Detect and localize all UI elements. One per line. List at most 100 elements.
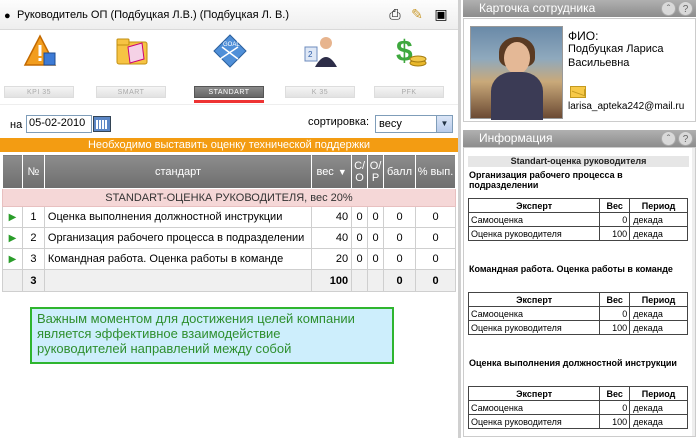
standart-goal-icon: GOAL [213,34,247,68]
expert-weight: 0 [599,212,631,227]
expert-weight: 100 [599,226,631,241]
expert-period: декада [629,400,688,415]
table-row[interactable]: ▶ 1 Оценка выполнения должностной инстру… [2,206,456,228]
total-pct: 0 [415,269,456,292]
row-weight: 20 [311,248,353,270]
module-label: K 35 [285,86,355,98]
side-panel: Карточка сотрудника ˆ ? ФИО: Подбуцкая Л… [461,0,698,438]
monitor-icon[interactable]: ▣ [432,5,450,23]
row-score: 0 [383,248,417,270]
row-score: 0 [383,206,417,228]
help-icon[interactable]: ? [678,1,693,16]
tip-line: руководителей направлений между собой [37,341,292,356]
chevron-down-icon[interactable]: ▼ [436,116,452,132]
module-smart[interactable]: SMART [96,31,166,101]
expert-name: Самооценка [467,306,601,321]
calendar-icon[interactable] [93,116,111,132]
expert-table: Эксперт Вес Период Самооценка 0 декада Оценк… [467,198,688,241]
employee-email[interactable]: larisa_apteka242@mail.ru [568,101,684,112]
row-standard[interactable]: Организация рабочего процесса в подразде… [43,227,313,249]
row-weight: 40 [311,206,353,228]
broom-icon[interactable]: ✎ [408,5,426,23]
collapse-icon[interactable]: ˆ [661,1,676,16]
module-label: KPI 35 [4,86,74,98]
col-weight: Вес [599,198,631,213]
sort-label: сортировка: [308,116,370,128]
module-standart[interactable]: GOAL STANDART [194,31,264,103]
module-label: PFK [374,86,444,98]
row-op: 0 [367,206,385,228]
scrollbar[interactable] [692,148,695,436]
table-row[interactable]: ▶ 2 Организация рабочего процесса в подр… [2,227,456,249]
col-weight[interactable]: вес ▼ [311,154,353,189]
sort-select[interactable]: весу ▼ [375,115,453,133]
col-period: Период [629,198,688,213]
module-pfk[interactable]: $ PFK [374,31,444,101]
col-num[interactable]: № [21,154,45,189]
tip-box: Важным моментом для достижения целей ком… [30,307,394,364]
play-icon[interactable]: ▶ [2,248,23,270]
notice-bar[interactable]: Необходимо выставить оценку технической … [0,138,458,152]
fio-label: ФИО: [568,29,599,43]
row-co: 0 [351,227,369,249]
play-icon[interactable]: ▶ [2,227,23,249]
module-k[interactable]: 2 K 35 [285,31,355,101]
col-standard[interactable]: стандарт [43,154,313,189]
row-op: 0 [367,227,385,249]
row-standard[interactable]: Командная работа. Оценка работы в команд… [43,248,313,270]
col-period: Период [629,292,688,307]
expert-name: Оценка руководителя [467,226,601,241]
col-play [2,154,23,189]
printer-icon[interactable]: ⎙ [386,5,404,23]
col-expert: Эксперт [467,198,601,213]
total-weight: 100 [311,269,353,292]
title-bar: ● Руководитель ОП (Подбуцкая Л.В.) (Подб… [0,0,458,30]
total-blank [43,269,313,292]
table-row[interactable]: ▶ 3 Командная работа. Оценка работы в ко… [2,248,456,270]
smart-folder-icon [116,38,148,65]
active-tab-indicator [194,100,264,103]
total-blank [2,269,23,292]
employee-photo [470,26,563,120]
employee-card: ФИО: Подбуцкая Лариса Васильевна larisa_… [463,18,696,122]
col-co[interactable]: С/О [351,154,369,189]
user-icon: ● [4,10,11,22]
date-input[interactable]: 05-02-2010 [26,115,92,133]
info-heading: Standart-оценка руководителя [468,156,689,167]
divider [0,104,458,107]
play-icon[interactable]: ▶ [2,206,23,228]
col-score[interactable]: балл [383,154,417,189]
module-bar: KPI 35 SMART GOAL STANDART 2 K 35 $ PFK [0,31,458,103]
col-weight: Вес [599,292,631,307]
employee-name: Подбуцкая Лариса [568,43,664,55]
expert-name: Самооценка [467,212,601,227]
card-title: Карточка сотрудника [479,1,596,15]
col-op[interactable]: О/Р [367,154,385,189]
module-label: STANDART [194,86,264,98]
employee-patronymic: Васильевна [568,57,630,69]
info-panel: Standart-оценка руководителя Организация… [463,147,696,437]
col-pct[interactable]: % вып. [415,154,456,189]
col-weight: Вес [599,386,631,401]
envelope-icon[interactable] [570,86,586,98]
expert-name: Оценка руководителя [467,320,601,335]
table-row: Оценка руководителя 100 декада [467,414,688,429]
info-title: Информация [479,131,553,145]
module-kpi[interactable]: KPI 35 [4,31,74,101]
row-pct: 0 [415,248,456,270]
row-num: 2 [21,227,45,249]
total-row: 3 100 0 0 [2,269,456,292]
expert-period: декада [629,320,688,335]
help-icon[interactable]: ? [678,131,693,146]
expert-weight: 0 [599,306,631,321]
row-num: 1 [21,206,45,228]
expert-weight: 100 [599,320,631,335]
filter-controls: на 05-02-2010 сортировка: весу ▼ [0,112,458,136]
tip-line: Важным моментом для достижения целей ком… [37,311,355,326]
table-row: Самооценка 0 декада [467,400,688,415]
row-standard[interactable]: Оценка выполнения должностной инструкции [43,206,313,228]
card-header: Карточка сотрудника ˆ ? [463,0,696,17]
total-score: 0 [383,269,417,292]
collapse-icon[interactable]: ˆ [661,131,676,146]
total-blank [351,269,369,292]
